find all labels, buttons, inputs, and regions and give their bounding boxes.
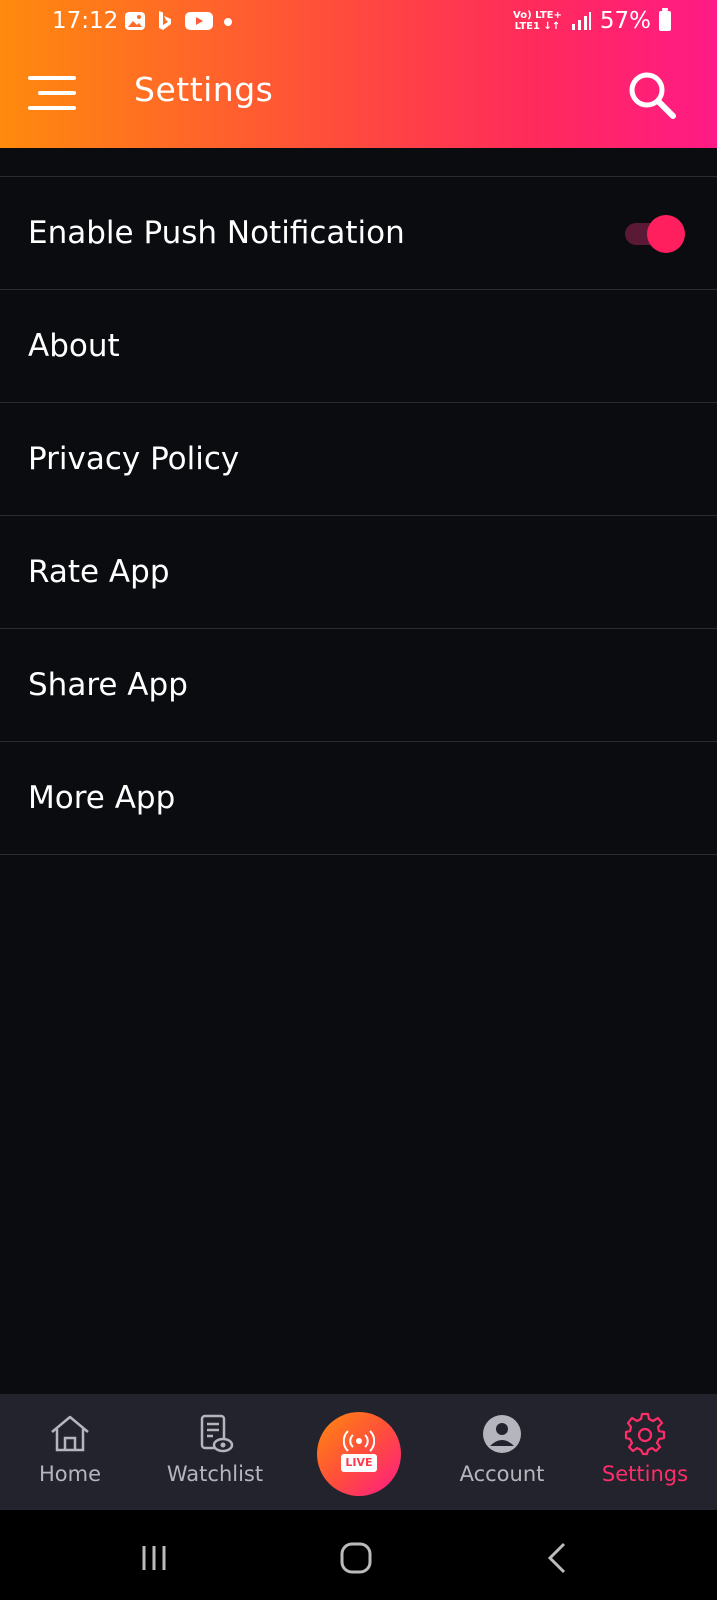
settings-screen: 17:12 Vo) LTE+ LTE1 ↓↑ 57% Settings Enab… (0, 0, 717, 1600)
network-indicator: Vo) LTE+ LTE1 ↓↑ (513, 10, 562, 32)
status-right: Vo) LTE+ LTE1 ↓↑ 57% (513, 8, 671, 34)
search-icon[interactable] (627, 70, 677, 120)
page-title: Settings (134, 70, 274, 109)
watchlist-icon (200, 1414, 234, 1453)
dot-icon (224, 18, 232, 26)
notification-icons (124, 10, 234, 32)
settings-list: Enable Push Notification About Privacy P… (0, 176, 717, 855)
settings-item-privacy-policy[interactable]: Privacy Policy (0, 403, 717, 516)
settings-item-label: Share App (28, 667, 188, 703)
app-header: 17:12 Vo) LTE+ LTE1 ↓↑ 57% Settings (0, 0, 717, 148)
toggle-knob (647, 215, 685, 253)
battery-percent: 57% (599, 8, 651, 34)
network-bottom-text: LTE1 ↓↑ (514, 21, 561, 32)
settings-item-label: Enable Push Notification (28, 215, 405, 251)
settings-item-rate-app[interactable]: Rate App (0, 516, 717, 629)
nav-label: Watchlist (166, 1462, 264, 1486)
account-icon (483, 1415, 521, 1453)
push-notification-toggle[interactable] (623, 215, 685, 253)
settings-item-share-app[interactable]: Share App (0, 629, 717, 742)
home-icon (51, 1415, 89, 1452)
network-top-text: Vo) LTE+ (513, 10, 562, 21)
back-icon[interactable] (538, 1538, 578, 1578)
nav-label: Settings (601, 1462, 689, 1486)
settings-item-label: Privacy Policy (28, 441, 240, 477)
battery-icon (659, 8, 671, 31)
home-button-icon[interactable] (336, 1538, 376, 1578)
nav-item-watchlist[interactable]: Watchlist (145, 1412, 285, 1486)
nav-item-account[interactable]: Account (432, 1412, 572, 1486)
gear-icon (624, 1412, 666, 1456)
system-navigation-bar (0, 1510, 717, 1600)
live-button[interactable]: LIVE (317, 1412, 401, 1496)
bing-icon (159, 11, 171, 30)
settings-item-push-notification[interactable]: Enable Push Notification (0, 177, 717, 290)
nav-item-home[interactable]: Home (0, 1412, 140, 1486)
settings-item-about[interactable]: About (0, 290, 717, 403)
signal-icon (571, 12, 591, 30)
settings-item-label: More App (28, 780, 176, 816)
settings-item-label: About (28, 328, 120, 364)
settings-item-label: Rate App (28, 554, 170, 590)
live-broadcast-icon (343, 1430, 375, 1452)
status-bar: 17:12 Vo) LTE+ LTE1 ↓↑ 57% (0, 0, 717, 44)
nav-label: Home (38, 1462, 101, 1486)
settings-item-more-app[interactable]: More App (0, 742, 717, 855)
nav-label: Account (459, 1462, 545, 1486)
status-time: 17:12 (52, 8, 119, 34)
bottom-navigation: Home Watchlist LIVE Account Settings (0, 1394, 717, 1510)
youtube-icon (185, 12, 213, 30)
nav-item-settings[interactable]: Settings (575, 1412, 715, 1486)
live-badge: LIVE (341, 1454, 377, 1472)
gallery-icon (125, 12, 145, 30)
recent-apps-icon[interactable] (136, 1538, 176, 1578)
hamburger-menu-icon[interactable] (28, 74, 78, 114)
